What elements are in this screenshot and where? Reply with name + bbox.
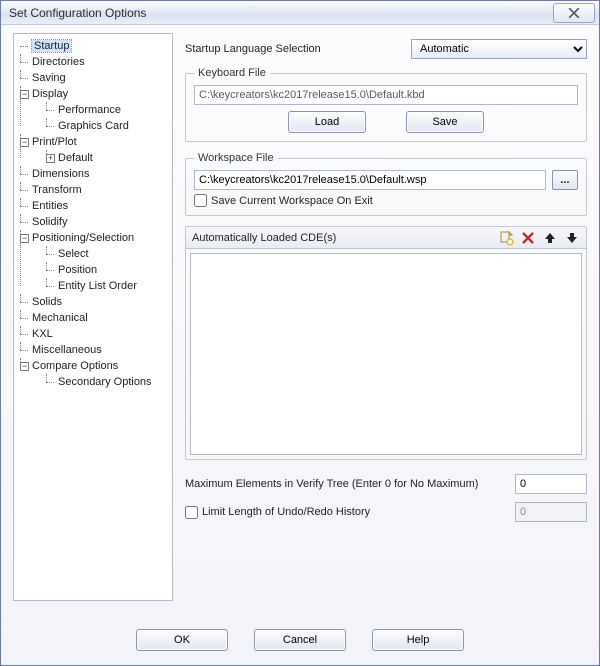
workspace-file-legend: Workspace File [194,152,278,164]
tree-node: −Compare Options Secondary Options [20,358,170,390]
collapse-icon[interactable]: − [20,138,29,147]
tree-item-default[interactable]: Default [58,152,93,164]
expand-icon[interactable]: + [46,154,55,163]
save-workspace-checkbox[interactable] [194,194,207,207]
tree-item-print-plot[interactable]: Print/Plot [32,136,77,148]
collapse-icon[interactable]: − [20,90,29,99]
tree-node: Secondary Options [46,374,170,390]
tree-node: Dimensions [20,166,170,182]
load-button[interactable]: Load [288,111,366,133]
tree-node: Entity List Order [46,278,170,294]
keyboard-file-legend: Keyboard File [194,67,270,79]
tree-node: −Display Performance Graphics Card [20,86,170,134]
tree-item-graphics-card[interactable]: Graphics Card [58,120,129,132]
keyboard-file-group: Keyboard File Load Save [185,67,587,142]
undo-limit-input [515,502,587,522]
collapse-icon[interactable]: − [20,362,29,371]
tree-item-directories[interactable]: Directories [32,56,85,68]
ellipsis-icon: ... [560,174,569,186]
tree-node: Graphics Card [46,118,170,134]
cde-label: Automatically Loaded CDE(s) [192,232,336,244]
keyboard-file-path[interactable] [194,85,578,105]
tree-item-miscellaneous[interactable]: Miscellaneous [32,344,102,356]
cde-listbox[interactable] [190,253,582,455]
tree-item-performance[interactable]: Performance [58,104,121,116]
tree-node: −Print/Plot +Default [20,134,170,166]
tree-node: Solids [20,294,170,310]
workspace-file-path[interactable] [194,170,546,190]
language-select[interactable]: Automatic [411,39,587,59]
workspace-file-group: Workspace File ... Save Current Workspac… [185,152,587,216]
tree-node: −Positioning/Selection Select Position Enti… [20,230,170,294]
cde-remove-button[interactable] [520,230,536,246]
tree-item-compare-options[interactable]: Compare Options [32,360,118,372]
tree-node: Entities [20,198,170,214]
dialog-footer: OK Cancel Help [1,619,599,665]
tree-item-entity-list-order[interactable]: Entity List Order [58,280,137,292]
tree-node: Solidify [20,214,170,230]
tree-node: Position [46,262,170,278]
undo-limit-checkbox[interactable] [185,506,198,519]
undo-limit-row: Limit Length of Undo/Redo History [185,506,505,519]
tree-node: Select [46,246,170,262]
tree-node: Startup [20,38,170,54]
save-workspace-label: Save Current Workspace On Exit [211,195,373,207]
tree-item-transform[interactable]: Transform [32,184,82,196]
cde-add-button[interactable] [498,230,514,246]
save-workspace-checkbox-row: Save Current Workspace On Exit [194,194,578,207]
max-elements-input[interactable] [515,474,587,494]
tree-node: Performance [46,102,170,118]
tree-item-saving[interactable]: Saving [32,72,66,84]
ok-button[interactable]: OK [136,629,228,651]
tree-item-select[interactable]: Select [58,248,89,260]
help-button[interactable]: Help [372,629,464,651]
tree-item-solids[interactable]: Solids [32,296,62,308]
tree-item-entities[interactable]: Entities [32,200,68,212]
title-bar: Set Configuration Options [1,1,599,25]
tree-node: +Default [46,150,170,166]
browse-workspace-button[interactable]: ... [552,170,578,190]
tree-node: Transform [20,182,170,198]
close-icon [568,7,580,19]
delete-icon [520,230,536,246]
save-button[interactable]: Save [406,111,484,133]
cde-group: Automatically Loaded CDE(s) [185,226,587,460]
tree-node: Miscellaneous [20,342,170,358]
window-title: Set Configuration Options [9,6,146,20]
arrow-down-icon [564,230,580,246]
tree-item-solidify[interactable]: Solidify [32,216,67,228]
arrow-up-icon [542,230,558,246]
cde-move-down-button[interactable] [564,230,580,246]
tree-item-startup[interactable]: Startup [32,40,71,52]
tree-item-secondary-options[interactable]: Secondary Options [58,376,152,388]
tree-item-kxl[interactable]: KXL [32,328,53,340]
tree-node: Saving [20,70,170,86]
tree-item-mechanical[interactable]: Mechanical [32,312,88,324]
settings-panel: Startup Language Selection Automatic Key… [185,33,587,619]
undo-limit-label: Limit Length of Undo/Redo History [202,506,370,518]
tree-item-position[interactable]: Position [58,264,97,276]
cancel-button[interactable]: Cancel [254,629,346,651]
close-button[interactable] [553,3,595,23]
tree-node: KXL [20,326,170,342]
new-file-icon [498,230,514,246]
max-elements-label: Maximum Elements in Verify Tree (Enter 0… [185,478,505,490]
nav-tree: StartupDirectoriesSaving−DisplayPerforma… [13,33,173,601]
dialog-body: StartupDirectoriesSaving−DisplayPerforma… [1,25,599,619]
tree-item-dimensions[interactable]: Dimensions [32,168,89,180]
config-dialog: Set Configuration Options Startup Directo… [0,0,600,666]
tree-node: Mechanical [20,310,170,326]
tree-item-positioning-selection[interactable]: Positioning/Selection [32,232,134,244]
collapse-icon[interactable]: − [20,234,29,243]
language-label: Startup Language Selection [185,43,405,55]
cde-move-up-button[interactable] [542,230,558,246]
tree-item-display[interactable]: Display [32,88,68,100]
tree-node: Directories [20,54,170,70]
